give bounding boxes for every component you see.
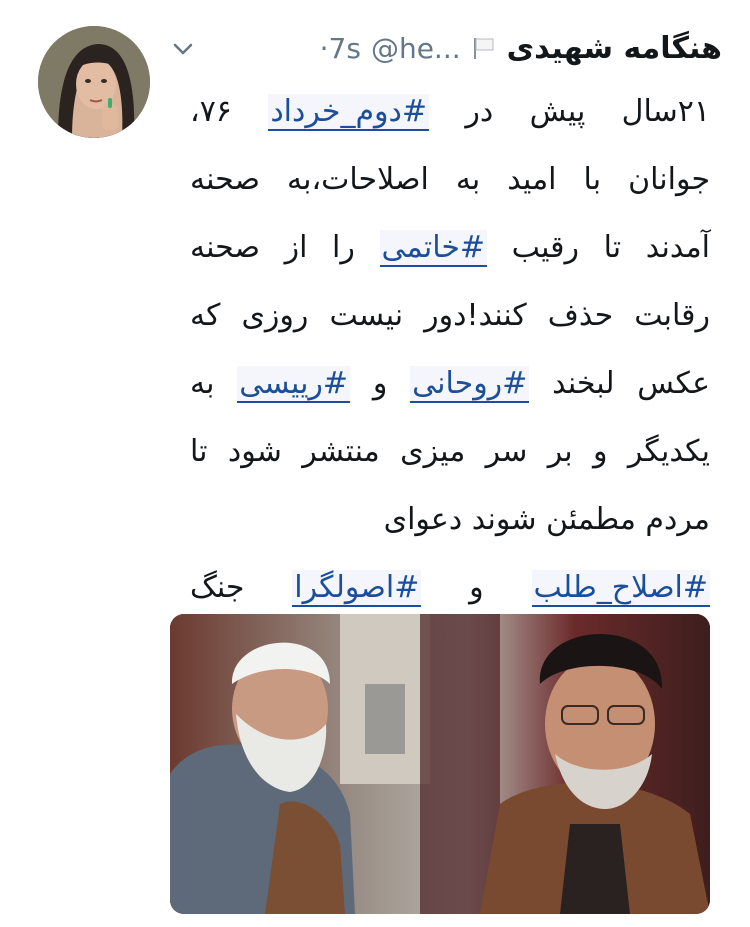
tweet-text-segment: ۲۱سال پیش در <box>429 94 710 129</box>
hashtag-link[interactable]: #روحانی <box>410 366 530 403</box>
tweet-text-line: ۲۱سال پیش در #دوم_خرداد ۷۶، <box>190 78 710 146</box>
tweet-text-segment: یکدیگر و بر سر میزی منتشر شود تا <box>190 434 710 469</box>
hashtag-link[interactable]: #رییسی <box>237 366 351 403</box>
tweet-text-line: #اصلاح_طلب و #اصولگرا جنگ <box>190 554 711 622</box>
tweet-text-line: آمدند تا رقیب #خاتمی را از صحنه <box>190 214 710 282</box>
tweet-text-segment: رقابت حذف کنند!دور نیست روزی که <box>190 298 710 333</box>
hashtag-link[interactable]: #دوم_خرداد <box>268 94 430 131</box>
tweet-photo[interactable] <box>170 614 710 914</box>
hashtag-link[interactable]: #اصلاح_طلب <box>531 570 711 607</box>
display-name[interactable]: هنگامه شهیدی <box>507 31 722 66</box>
flag-icon <box>471 35 497 61</box>
tweet-text-segment: را از صحنه <box>190 230 380 265</box>
tweet-text-line: رقابت حذف کنند!دور نیست روزی که <box>190 282 710 350</box>
tweet-text-line: یکدیگر و بر سر میزی منتشر شود تا <box>190 418 710 486</box>
avatar[interactable] <box>38 26 150 138</box>
tweet-text-segment: و <box>350 366 411 401</box>
tweet-text-segment: جنگ <box>190 570 293 605</box>
tweet-text-segment: آمدند تا رقیب <box>487 230 711 265</box>
chevron-down-icon[interactable] <box>170 36 196 62</box>
tweet-text-segment: و <box>421 570 532 605</box>
tweet-text-line: عکس لبخند #روحانی و #رییسی به <box>190 350 710 418</box>
tweet-text-segment: مردم مطمئن شوند دعوای <box>383 502 710 537</box>
user-handle[interactable]: @he... <box>371 32 461 65</box>
tweet-text-segment: عکس لبخند <box>529 366 710 401</box>
tweet-text-segment: به <box>190 366 238 401</box>
tweet-text-line: مردم مطمئن شوند دعوای <box>190 486 710 554</box>
hashtag-link[interactable]: #خاتمی <box>379 230 488 267</box>
hashtag-link[interactable]: #اصولگرا <box>292 570 422 607</box>
timestamp[interactable]: ·7s <box>320 32 361 65</box>
tweet[interactable]: هنگامه شهیدی @he... ·7s ۲۱سال پیش در #دو… <box>0 0 750 927</box>
tweet-text-segment: ۷۶، <box>190 94 269 129</box>
photo-image <box>170 614 710 914</box>
avatar-image <box>38 26 150 138</box>
tweet-text-segment: جوانان با امید به اصلاحات،به صحنه <box>190 162 710 197</box>
tweet-header: هنگامه شهیدی @he... ·7s <box>170 26 722 70</box>
tweet-text-line: جوانان با امید به اصلاحات،به صحنه <box>190 146 710 214</box>
